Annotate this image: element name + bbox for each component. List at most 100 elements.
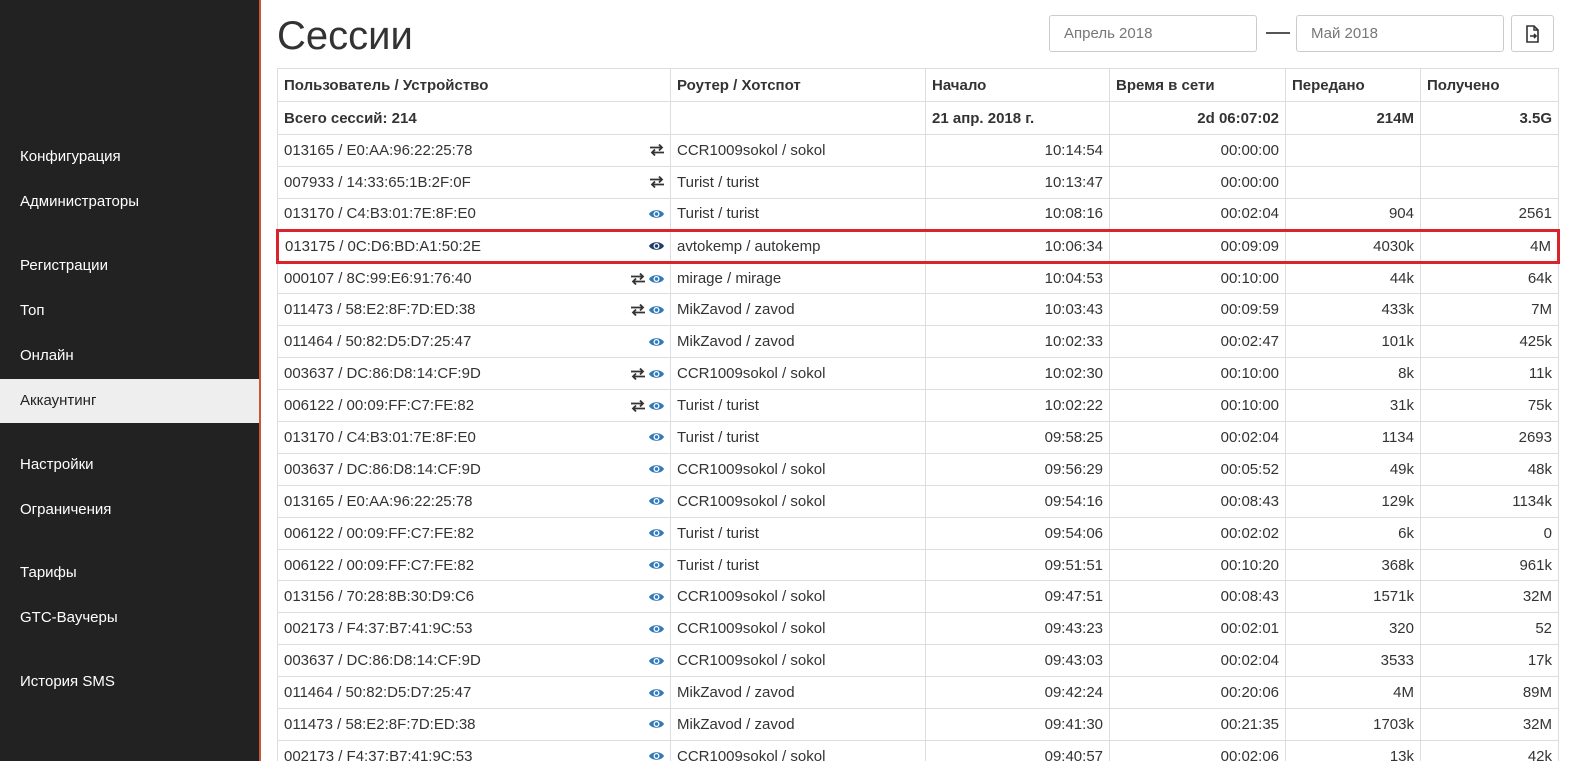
table-row[interactable]: 000107 / 8C:99:E6:91:76:40 mirage / mirag… [277,261,1559,295]
user-device-text: 013170 / C4:B3:01:7E:8F:E0 [284,428,476,446]
cell-received: 11k [1420,357,1559,391]
table-row[interactable]: 003637 / DC:86:D8:14:CF:9D CCR1009sokol /… [277,452,1559,486]
table-row[interactable]: 011473 / 58:E2:8F:7D:ED:38 MikZavod / zav… [277,293,1559,327]
eye-icon[interactable] [648,335,665,348]
table-row[interactable]: 011473 / 58:E2:8F:7D:ED:38 MikZavod / zav… [277,708,1559,741]
eye-icon[interactable] [648,686,665,699]
cell-online-time: 00:02:02 [1109,516,1286,550]
cell-received: 64k [1420,261,1559,295]
table-row[interactable]: 013175 / 0C:D6:BD:A1:50:2E avtokemp / aut… [276,228,1560,264]
table-row[interactable]: 006122 / 00:09:FF:C7:FE:82 Turist / turis… [277,389,1559,423]
eye-icon[interactable] [648,559,665,572]
eye-icon[interactable] [648,495,665,508]
column-header-sent[interactable]: Передано [1285,68,1421,102]
table-row[interactable]: 013156 / 70:28:8B:30:D9:C6 CCR1009sokol /… [277,580,1559,614]
eye-icon[interactable] [648,367,665,380]
eye-icon[interactable] [648,399,665,412]
eye-icon[interactable] [648,463,665,476]
sidebar-item-top[interactable]: Топ [0,289,259,333]
transfer-icon[interactable] [649,176,665,189]
table-row[interactable]: 006122 / 00:09:FF:C7:FE:82 Turist / turis… [277,548,1559,582]
cell-user-device: 002173 / F4:37:B7:41:9C:53 [277,612,671,646]
user-device-text: 006122 / 00:09:FF:C7:FE:82 [284,556,475,574]
date-to-input[interactable] [1296,15,1504,52]
eye-icon[interactable] [648,272,665,285]
column-header-received[interactable]: Получено [1420,68,1559,102]
eye-icon[interactable] [648,718,665,731]
cell-online-time: 00:09:09 [1109,228,1286,264]
transfer-icon[interactable] [630,399,646,412]
sidebar-item-registrations[interactable]: Регистрации [0,244,259,288]
cell-user-device: 000107 / 8C:99:E6:91:76:40 [277,261,671,295]
eye-icon[interactable] [648,622,665,635]
eye-icon[interactable] [648,303,665,316]
cell-user-device: 013175 / 0C:D6:BD:A1:50:2E [276,228,671,264]
cell-online-time: 00:02:47 [1109,325,1286,359]
export-button[interactable] [1511,15,1554,52]
column-header-user[interactable]: Пользователь / Устройство [277,68,671,102]
date-from-input[interactable] [1049,15,1257,52]
row-actions [649,176,665,189]
cell-start: 10:08:16 [925,197,1110,231]
user-device-text: 013156 / 70:28:8B:30:D9:C6 [284,588,475,606]
eye-icon[interactable] [648,590,665,603]
transfer-icon[interactable] [630,272,646,285]
eye-icon[interactable] [648,654,665,667]
table-row[interactable]: 013165 / E0:AA:96:22:25:78 CCR1009sokol /… [277,134,1559,167]
table-row[interactable]: 003637 / DC:86:D8:14:CF:9D CCR1009sokol /… [277,644,1559,678]
sidebar-item-online[interactable]: Онлайн [0,334,259,378]
cell-sent: 1134 [1285,421,1421,454]
eye-icon[interactable] [648,527,665,540]
cell-router-hotspot: MikZavod / zavod [670,676,926,710]
table-row[interactable]: 013170 / C4:B3:01:7E:8F:E0 Turist / turis… [277,421,1559,454]
table-row[interactable]: 011464 / 50:82:D5:D7:25:47 MikZavod / zav… [277,325,1559,359]
file-export-icon [1526,25,1539,43]
eye-icon[interactable] [648,207,665,220]
cell-sent: 1703k [1285,708,1421,741]
cell-received: 425k [1420,325,1559,359]
table-row[interactable]: 007933 / 14:33:65:1B:2F:0F Turist / turis… [277,165,1559,199]
cell-received: 0 [1420,516,1559,550]
cell-start: 10:02:33 [925,325,1110,359]
table-row[interactable]: 002173 / F4:37:B7:41:9C:53 CCR1009sokol /… [277,739,1559,761]
column-header-router[interactable]: Роутер / Хотспот [670,68,926,102]
cell-user-device: 007933 / 14:33:65:1B:2F:0F [277,165,671,199]
cell-online-time: 00:09:59 [1109,293,1286,327]
table-row[interactable]: 013165 / E0:AA:96:22:25:78 CCR1009sokol /… [277,484,1559,518]
row-actions [630,272,665,285]
cell-online-time: 00:08:43 [1109,484,1286,518]
cell-sent: 8k [1285,357,1421,391]
transfer-icon[interactable] [630,303,646,317]
table-row[interactable]: 002173 / F4:37:B7:41:9C:53 CCR1009sokol /… [277,612,1559,646]
sidebar-item-configuration[interactable]: Конфигурация [0,135,259,179]
sidebar-item-settings[interactable]: Настройки [0,443,259,487]
transfer-icon[interactable] [630,367,646,380]
cell-router-hotspot: CCR1009sokol / sokol [670,484,926,518]
transfer-icon[interactable] [649,144,665,157]
cell-start: 09:56:29 [925,452,1110,486]
eye-icon[interactable] [648,240,665,253]
column-header-start[interactable]: Начало [925,68,1110,102]
cell-user-device: 003637 / DC:86:D8:14:CF:9D [277,644,671,678]
cell-router-hotspot: Turist / turist [670,389,926,423]
cell-received: 89M [1420,676,1559,710]
user-device-text: 013175 / 0C:D6:BD:A1:50:2E [285,237,481,255]
sidebar-item-tariffs[interactable]: Тарифы [0,551,259,595]
cell-sent: 904 [1285,197,1421,231]
sidebar-item-administrators[interactable]: Администраторы [0,180,259,224]
table-row[interactable]: 003637 / DC:86:D8:14:CF:9D CCR1009sokol /… [277,357,1559,391]
table-row[interactable]: 006122 / 00:09:FF:C7:FE:82 Turist / turis… [277,516,1559,550]
sidebar-item-sms-history[interactable]: История SMS [0,660,259,704]
cell-online-time: 00:20:06 [1109,676,1286,710]
sidebar-item-accounting[interactable]: Аккаунтинг [0,379,259,423]
sidebar-item-limits[interactable]: Ограничения [0,488,259,532]
sidebar-item-gtc-vouchers[interactable]: GTC-Ваучеры [0,596,259,640]
table-row[interactable]: 011464 / 50:82:D5:D7:25:47 MikZavod / zav… [277,676,1559,710]
table-row[interactable]: 013170 / C4:B3:01:7E:8F:E0 Turist / turis… [277,197,1559,231]
user-device-text: 002173 / F4:37:B7:41:9C:53 [284,620,473,638]
cell-online-time: 00:10:00 [1109,261,1286,295]
cell-start: 09:54:06 [925,516,1110,550]
eye-icon[interactable] [648,431,665,444]
eye-icon[interactable] [648,750,665,761]
column-header-online-time[interactable]: Время в сети [1109,68,1286,102]
